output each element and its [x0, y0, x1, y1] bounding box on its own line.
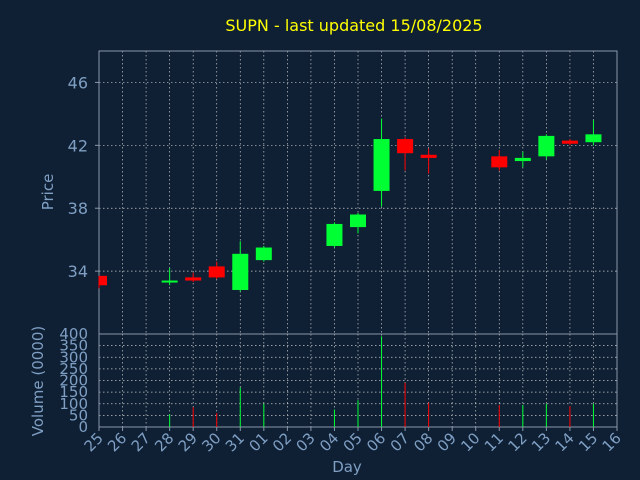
price-tick-label: 34	[68, 262, 88, 281]
candle-body	[161, 280, 178, 283]
price-axis-label: Price	[39, 174, 57, 211]
candle-body	[373, 139, 390, 191]
candle-body	[514, 157, 531, 162]
candle-body	[255, 247, 272, 261]
candle-body	[561, 140, 578, 144]
candle-body	[99, 275, 107, 286]
stock-chart: SUPN - last updated 15/08/2025 34384246 …	[0, 0, 640, 480]
volume-axis-label: Volume (0000)	[29, 326, 47, 436]
candle-body	[397, 139, 414, 154]
candle-body	[420, 154, 437, 158]
candle-body	[185, 277, 202, 281]
x-axis: 2526272829303101020304050607080910111213…	[81, 427, 625, 455]
price-tick-label: 42	[68, 136, 88, 155]
candle-body	[326, 223, 343, 246]
candle-body	[232, 253, 249, 290]
candle-body	[208, 266, 225, 278]
chart-background	[0, 0, 640, 480]
candle-body	[538, 135, 555, 157]
x-axis-label: Day	[332, 458, 362, 476]
candle-body	[350, 214, 366, 228]
candle-body	[491, 156, 508, 168]
chart-title: SUPN - last updated 15/08/2025	[225, 16, 482, 35]
volume-tick-label: 400	[59, 325, 88, 343]
candle-body	[585, 134, 602, 143]
price-tick-label: 38	[68, 199, 88, 218]
price-tick-label: 46	[68, 73, 88, 92]
